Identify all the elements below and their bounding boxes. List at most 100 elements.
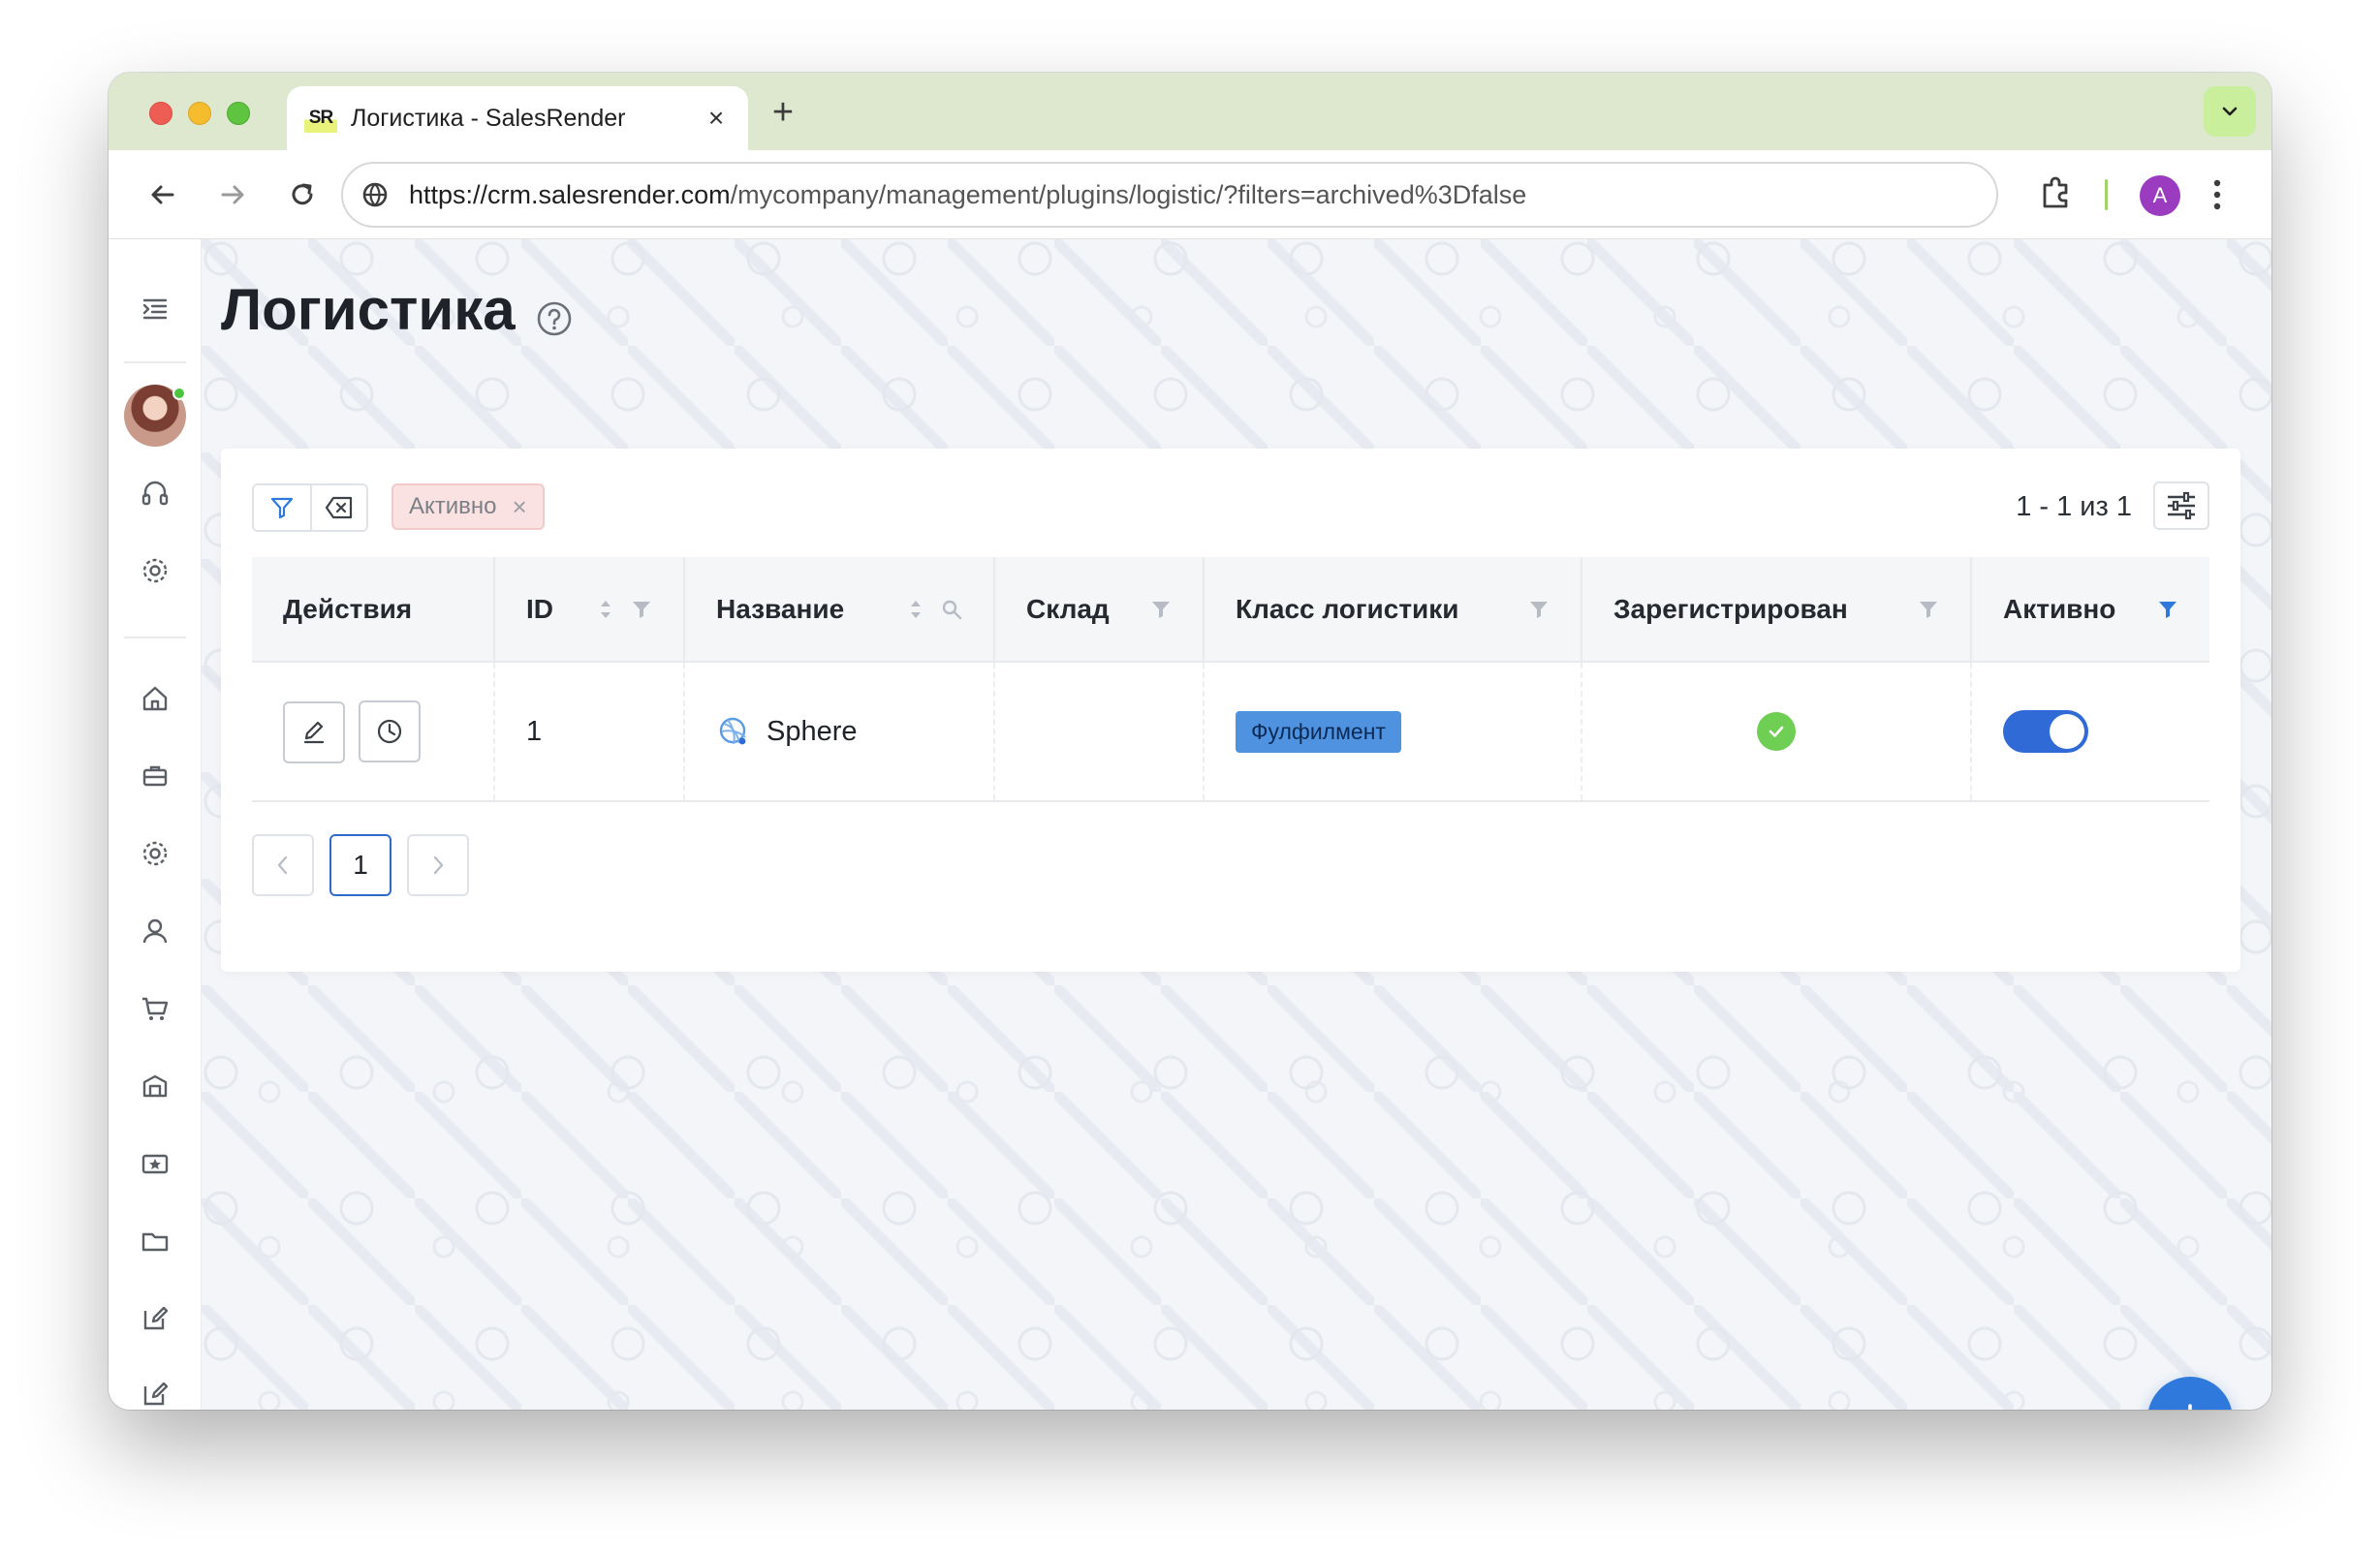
chip-close-icon[interactable]: ×: [513, 492, 527, 522]
sort-icon[interactable]: [598, 597, 613, 622]
filter-icon[interactable]: [631, 599, 652, 620]
column-header-logistic-class[interactable]: Класс логистики: [1204, 557, 1582, 663]
reload-icon: [292, 183, 313, 205]
filter-icon[interactable]: [1528, 599, 1550, 620]
sidebar-divider: [124, 637, 186, 638]
sphere-logo-icon: [719, 717, 746, 745]
cart-icon[interactable]: [130, 983, 180, 1034]
column-header-warehouse[interactable]: Склад: [994, 557, 1205, 663]
filter-button[interactable]: [254, 485, 310, 530]
user-icon[interactable]: [130, 906, 180, 956]
sidebar: [109, 239, 202, 1410]
records-count: 1 - 1 из 1: [2016, 491, 2132, 522]
pencil-icon: [303, 721, 325, 743]
menu-icon[interactable]: [130, 284, 180, 334]
filter-icon: [270, 497, 294, 519]
column-header-name[interactable]: Название: [684, 557, 995, 663]
back-button[interactable]: [140, 171, 186, 218]
actions-cell: [252, 662, 495, 802]
edit-icon[interactable]: [130, 1293, 180, 1344]
filter-icon[interactable]: [1918, 599, 1939, 620]
column-header-id[interactable]: ID: [494, 557, 685, 663]
url-text: https://crm.salesrender.com/mycompany/ma…: [409, 180, 1526, 210]
close-window-button[interactable]: [149, 102, 172, 125]
puzzle-icon: [2043, 176, 2068, 208]
page-button-current[interactable]: 1: [329, 834, 391, 896]
logistics-table: Действия ID Название Склад Класс логисти…: [252, 557, 2209, 802]
logistic-class-cell: Фулфилмент: [1204, 662, 1582, 802]
address-bar[interactable]: https://crm.salesrender.com/mycompany/ma…: [341, 162, 1998, 228]
tab-search-button[interactable]: [2204, 86, 2256, 137]
filter-toolbar: [252, 483, 368, 532]
more-vert-icon: [2213, 179, 2221, 210]
history-button[interactable]: [359, 699, 421, 762]
headset-icon[interactable]: [130, 468, 180, 518]
column-header-registered[interactable]: Зарегистрирован: [1581, 557, 1972, 663]
browser-tab[interactable]: SR Логистика - SalesRender ×: [287, 86, 748, 150]
tab-close-icon[interactable]: ×: [702, 103, 731, 134]
table-row: 1 Sphere Фулфилмент: [252, 662, 2209, 802]
column-settings-button[interactable]: [2153, 482, 2209, 530]
column-header-active[interactable]: Активно: [1971, 557, 2209, 663]
forward-button[interactable]: [209, 171, 256, 218]
page-title: Логистика: [221, 277, 516, 342]
logistics-card: Активно × 1 - 1 из 1 Действия ID Названи…: [221, 449, 2240, 972]
home-icon[interactable]: [130, 673, 180, 724]
id-cell: 1: [494, 662, 685, 802]
logistic-name: Sphere: [767, 715, 858, 747]
active-cell: [1971, 662, 2209, 802]
plus-icon: [2188, 1404, 2192, 1410]
maximize-window-button[interactable]: [227, 102, 250, 125]
toggle-knob: [2050, 714, 2084, 749]
warehouse-cell: [994, 662, 1205, 802]
active-filter-chip[interactable]: Активно ×: [391, 483, 545, 530]
reload-button[interactable]: [279, 171, 326, 218]
online-status-icon: [172, 387, 186, 400]
filter-active-icon[interactable]: [2157, 599, 2178, 620]
arrow-right-icon: [221, 185, 244, 204]
app-content: Логистика Активно × 1 - 1 из 1 Действия …: [109, 239, 2271, 1410]
sliders-icon: [2168, 491, 2195, 520]
minimize-window-button[interactable]: [188, 102, 211, 125]
chip-label: Активно: [409, 493, 497, 519]
url-host: https://crm.salesrender.com: [409, 179, 731, 209]
profile-avatar[interactable]: A: [2140, 175, 2180, 216]
edit-icon[interactable]: [130, 1369, 180, 1410]
sidebar-divider: [124, 361, 186, 363]
url-path: /mycompany/management/plugins/logistic/?…: [730, 179, 1527, 209]
folder-icon[interactable]: [130, 1216, 180, 1266]
site-info-icon[interactable]: [360, 180, 390, 209]
settings-icon[interactable]: [130, 828, 180, 879]
edit-button[interactable]: [283, 700, 345, 763]
help-icon[interactable]: [535, 299, 574, 343]
chevron-left-icon: [277, 855, 288, 875]
warehouse-icon[interactable]: [130, 1061, 180, 1111]
name-cell: Sphere: [684, 662, 995, 802]
title-bar: SR Логистика - SalesRender × +: [109, 73, 2271, 150]
star-ticket-icon[interactable]: [130, 1138, 180, 1189]
tab-title: Логистика - SalesRender: [351, 104, 626, 132]
salesrender-favicon-icon: SR: [304, 104, 337, 133]
clear-filters-button[interactable]: [310, 485, 366, 530]
pagination: 1: [252, 834, 469, 896]
arrow-left-icon: [151, 185, 174, 204]
briefcase-icon[interactable]: [130, 751, 180, 801]
toolbar-separator: [2105, 179, 2108, 210]
gear-icon[interactable]: [130, 545, 180, 596]
registered-cell: [1581, 662, 1972, 802]
new-tab-button[interactable]: +: [764, 92, 802, 134]
chevron-down-icon: [2222, 107, 2238, 116]
search-icon[interactable]: [941, 599, 962, 620]
browser-menu-button[interactable]: [2208, 173, 2227, 221]
sort-icon[interactable]: [908, 597, 924, 622]
active-toggle[interactable]: [2003, 710, 2088, 753]
next-page-button[interactable]: [407, 834, 469, 896]
extensions-button[interactable]: [2037, 173, 2076, 217]
browser-window: SR Логистика - SalesRender × + https://c…: [109, 73, 2271, 1410]
table-header-row: Действия ID Название Склад Класс логисти…: [252, 557, 2209, 663]
prev-page-button[interactable]: [252, 834, 314, 896]
registered-check-icon: [1757, 712, 1796, 751]
backspace-icon: [325, 496, 353, 519]
filter-icon[interactable]: [1150, 599, 1172, 620]
browser-toolbar: https://crm.salesrender.com/mycompany/ma…: [109, 150, 2271, 239]
